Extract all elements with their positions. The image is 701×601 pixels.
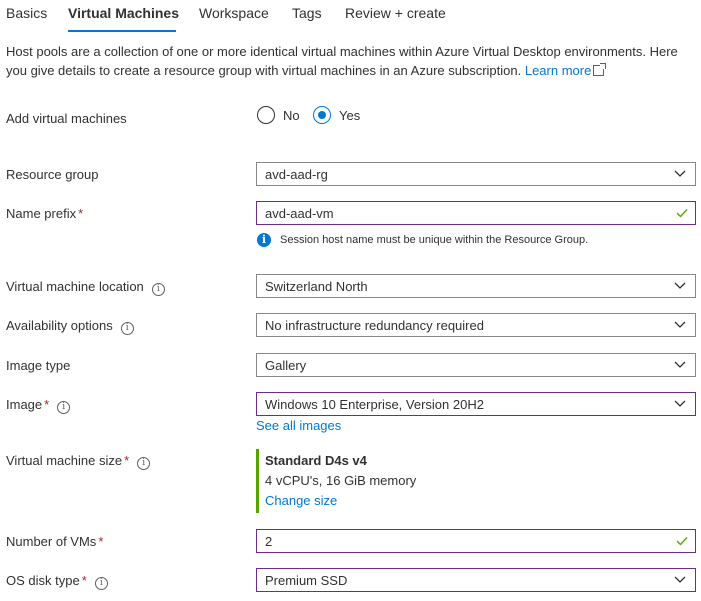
radio-no[interactable] — [257, 106, 275, 124]
chevron-down-icon — [674, 321, 686, 328]
chevron-down-icon — [674, 400, 686, 407]
add-vms-label: Add virtual machines — [6, 111, 127, 126]
image-type-label: Image type — [6, 358, 71, 373]
info-icon[interactable]: i — [120, 322, 134, 335]
learn-more-link[interactable]: Learn more — [525, 63, 607, 78]
info-icon: i — [257, 233, 271, 247]
resource-group-dropdown[interactable]: avd-aad-rg — [256, 162, 696, 186]
change-size-link[interactable]: Change size — [265, 493, 337, 508]
active-tab-indicator — [68, 30, 176, 32]
radio-yes[interactable] — [313, 106, 331, 124]
checkmark-icon — [676, 537, 688, 546]
os-disk-label: OS disk type * i — [6, 573, 108, 590]
chevron-down-icon — [674, 282, 686, 289]
num-vms-value: 2 — [265, 534, 273, 549]
availability-value: No infrastructure redundancy required — [265, 318, 484, 333]
os-disk-dropdown[interactable]: Premium SSD — [256, 568, 696, 592]
vm-size-label: Virtual machine size * i — [6, 453, 151, 470]
vm-location-value: Switzerland North — [265, 279, 368, 294]
chevron-down-icon — [674, 361, 686, 368]
tab-virtual-machines[interactable]: Virtual Machines — [68, 5, 179, 21]
chevron-down-icon — [674, 576, 686, 583]
resource-group-label: Resource group — [6, 167, 99, 182]
tab-review-create[interactable]: Review + create — [345, 5, 446, 21]
tab-tags[interactable]: Tags — [292, 5, 322, 21]
num-vms-input[interactable]: 2 — [256, 529, 696, 553]
image-value: Windows 10 Enterprise, Version 20H2 — [265, 397, 484, 412]
name-prefix-input[interactable]: avd-aad-vm — [256, 201, 696, 225]
os-disk-value: Premium SSD — [265, 573, 348, 588]
vm-location-label: Virtual machine location i — [6, 279, 165, 296]
name-prefix-info: Session host name must be unique within … — [280, 234, 589, 246]
name-prefix-label: Name prefix * — [6, 206, 84, 221]
external-link-icon — [593, 63, 607, 76]
info-icon[interactable]: i — [151, 283, 165, 296]
image-label: Image * i — [6, 397, 71, 414]
vm-location-dropdown[interactable]: Switzerland North — [256, 274, 696, 298]
vm-size-detail: 4 vCPU's, 16 GiB memory — [265, 473, 417, 488]
vm-size-name: Standard D4s v4 — [265, 453, 367, 468]
checkmark-icon — [676, 209, 688, 218]
num-vms-label: Number of VMs * — [6, 534, 104, 549]
tab-basics[interactable]: Basics — [6, 5, 47, 21]
info-icon[interactable]: i — [137, 457, 151, 470]
tab-bar: Basics Virtual Machines Workspace Tags R… — [0, 0, 701, 34]
tab-workspace[interactable]: Workspace — [199, 5, 269, 21]
resource-group-value: avd-aad-rg — [265, 167, 328, 182]
see-all-images-link[interactable]: See all images — [256, 418, 341, 433]
image-type-dropdown[interactable]: Gallery — [256, 353, 696, 377]
radio-no-label: No — [283, 108, 300, 123]
availability-label: Availability options i — [6, 318, 134, 335]
page-description: Host pools are a collection of one or mo… — [6, 42, 696, 80]
info-icon[interactable]: i — [94, 577, 108, 590]
image-dropdown[interactable]: Windows 10 Enterprise, Version 20H2 — [256, 392, 696, 416]
chevron-down-icon — [674, 170, 686, 177]
image-type-value: Gallery — [265, 358, 307, 373]
availability-dropdown[interactable]: No infrastructure redundancy required — [256, 313, 696, 337]
info-icon[interactable]: i — [57, 401, 71, 414]
radio-yes-label: Yes — [339, 108, 361, 123]
vm-size-indicator — [256, 449, 259, 513]
name-prefix-value: avd-aad-vm — [265, 206, 334, 221]
